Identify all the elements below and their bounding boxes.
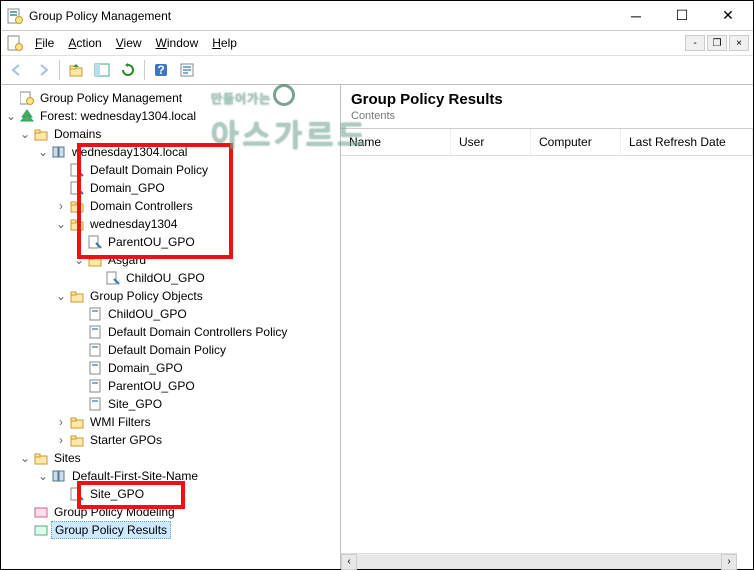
up-button[interactable] bbox=[64, 58, 88, 82]
tree-parentou-gpo-link[interactable]: ParentOU_GPO bbox=[3, 233, 338, 251]
sites-icon bbox=[34, 451, 48, 465]
tree-starter-gpos[interactable]: Starter GPOs bbox=[3, 431, 338, 449]
gpo-icon bbox=[88, 361, 102, 375]
scroll-left-arrow[interactable]: ‹ bbox=[341, 554, 357, 570]
tree-sites[interactable]: Sites bbox=[3, 449, 338, 467]
tree-wmi-filters[interactable]: WMI Filters bbox=[3, 413, 338, 431]
gpo-link-icon bbox=[70, 487, 84, 501]
ou-icon bbox=[88, 253, 102, 267]
list-header: Name User Computer Last Refresh Date bbox=[341, 129, 753, 156]
gpo-icon bbox=[88, 307, 102, 321]
properties-button[interactable] bbox=[175, 58, 199, 82]
minimize-button[interactable]: ─ bbox=[613, 2, 659, 30]
menu-action[interactable]: Action bbox=[62, 34, 107, 52]
col-user[interactable]: User bbox=[451, 129, 531, 155]
results-icon bbox=[34, 523, 48, 537]
domain-icon bbox=[52, 145, 66, 159]
gpo-icon bbox=[88, 379, 102, 393]
tree-domains[interactable]: Domains bbox=[3, 125, 338, 143]
mdi-close-button[interactable]: × bbox=[729, 35, 749, 51]
tree-modeling[interactable]: Group Policy Modeling bbox=[3, 503, 338, 521]
col-computer[interactable]: Computer bbox=[531, 129, 621, 155]
tree-ou-asgard[interactable]: Asgard bbox=[3, 251, 338, 269]
tree-results[interactable]: Group Policy Results bbox=[3, 521, 338, 539]
modeling-icon bbox=[34, 505, 48, 519]
show-hide-tree-button[interactable] bbox=[90, 58, 114, 82]
details-title: Group Policy Results bbox=[351, 91, 743, 108]
menu-file[interactable]: File bbox=[29, 34, 60, 52]
tree-forest[interactable]: Forest: wednesday1304.local bbox=[3, 107, 338, 125]
site-icon bbox=[52, 469, 66, 483]
scroll-track[interactable] bbox=[357, 555, 721, 569]
gpo-link-icon bbox=[88, 235, 102, 249]
svg-text:?: ? bbox=[157, 63, 164, 77]
gpo-link-icon bbox=[70, 181, 84, 195]
help-button[interactable]: ? bbox=[149, 58, 173, 82]
tree-gpo-site[interactable]: Site_GPO bbox=[3, 395, 338, 413]
gpm-icon bbox=[20, 91, 34, 105]
titlebar: Group Policy Management ─ ☐ ✕ bbox=[1, 1, 753, 31]
folder-icon bbox=[70, 433, 84, 447]
tree-root[interactable]: Group Policy Management bbox=[3, 89, 338, 107]
toolbar: ? bbox=[1, 55, 753, 85]
gpo-icon bbox=[88, 325, 102, 339]
gpo-icon bbox=[88, 343, 102, 357]
horizontal-scrollbar[interactable]: ‹ › bbox=[341, 553, 737, 569]
col-last-refresh[interactable]: Last Refresh Date bbox=[621, 129, 753, 155]
tree-gpo-defdc[interactable]: Default Domain Controllers Policy bbox=[3, 323, 338, 341]
refresh-button[interactable] bbox=[116, 58, 140, 82]
gpo-link-icon bbox=[70, 163, 84, 177]
back-button[interactable] bbox=[5, 58, 29, 82]
details-pane: Group Policy Results Contents Name User … bbox=[341, 85, 753, 569]
tree-default-domain-policy-link[interactable]: Default Domain Policy bbox=[3, 161, 338, 179]
tree-childou-gpo-link[interactable]: ChildOU_GPO bbox=[3, 269, 338, 287]
forward-button[interactable] bbox=[31, 58, 55, 82]
tree-domain-controllers[interactable]: Domain Controllers bbox=[3, 197, 338, 215]
menu-help[interactable]: Help bbox=[206, 34, 243, 52]
mmc-icon bbox=[7, 35, 23, 51]
tree-default-site[interactable]: Default-First-Site-Name bbox=[3, 467, 338, 485]
tree-gpo-childou[interactable]: ChildOU_GPO bbox=[3, 305, 338, 323]
tree-ou-wednesday[interactable]: wednesday1304 bbox=[3, 215, 338, 233]
menu-window[interactable]: Window bbox=[150, 34, 205, 52]
tree-gpo-defdom[interactable]: Default Domain Policy bbox=[3, 341, 338, 359]
menubar: File Action View Window Help - ❐ × bbox=[1, 31, 753, 55]
mdi-restore-button[interactable]: ❐ bbox=[707, 35, 727, 51]
maximize-button[interactable]: ☐ bbox=[659, 2, 705, 30]
ou-icon bbox=[70, 199, 84, 213]
tree-site-gpo-link[interactable]: Site_GPO bbox=[3, 485, 338, 503]
ou-icon bbox=[70, 217, 84, 231]
menu-view[interactable]: View bbox=[110, 34, 148, 52]
mdi-minimize-button[interactable]: - bbox=[685, 35, 705, 51]
domains-icon bbox=[34, 127, 48, 141]
app-icon bbox=[7, 8, 23, 24]
tree-gpo-domain[interactable]: Domain_GPO bbox=[3, 359, 338, 377]
gpo-icon bbox=[88, 397, 102, 411]
folder-icon bbox=[70, 289, 84, 303]
tree-domain[interactable]: wednesday1304.local bbox=[3, 143, 338, 161]
scroll-right-arrow[interactable]: › bbox=[721, 554, 737, 570]
tree-domain-gpo-link[interactable]: Domain_GPO bbox=[3, 179, 338, 197]
close-button[interactable]: ✕ bbox=[705, 2, 751, 30]
window-title: Group Policy Management bbox=[29, 9, 613, 23]
col-name[interactable]: Name bbox=[341, 129, 451, 155]
tree-gpo-parentou[interactable]: ParentOU_GPO bbox=[3, 377, 338, 395]
tree-pane[interactable]: Group Policy Management Forest: wednesda… bbox=[1, 85, 341, 569]
forest-icon bbox=[20, 109, 34, 123]
details-subtitle: Contents bbox=[351, 110, 743, 122]
tree-gpo-container[interactable]: Group Policy Objects bbox=[3, 287, 338, 305]
folder-icon bbox=[70, 415, 84, 429]
gpo-link-icon bbox=[106, 271, 120, 285]
list-body[interactable]: ‹ › bbox=[341, 156, 753, 569]
